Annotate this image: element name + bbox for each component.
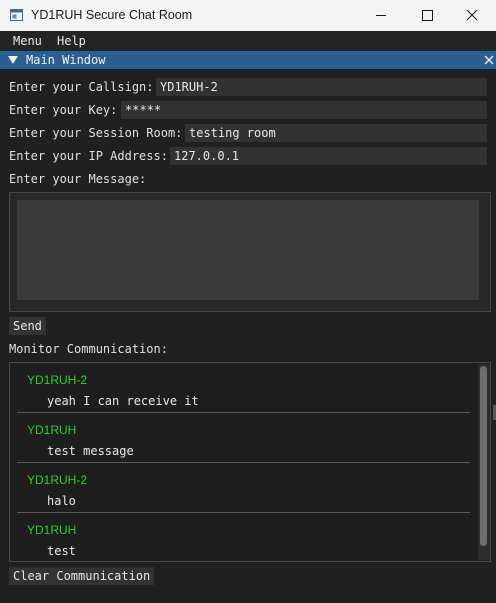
panel-close-icon[interactable]: [484, 55, 494, 65]
key-input[interactable]: *****: [121, 101, 487, 119]
message-text: test: [47, 544, 76, 558]
clear-communication-button[interactable]: Clear Communication: [9, 567, 155, 585]
session-room-label: Enter your Session Room:: [9, 126, 183, 140]
scrollbar-thumb[interactable]: [480, 366, 487, 546]
message-sender: YD1RUH-2: [27, 473, 88, 487]
monitor-label: Monitor Communication:: [9, 342, 168, 356]
send-button[interactable]: Send: [9, 317, 46, 335]
message-entry: YD1RUH test message: [17, 413, 470, 463]
monitor-communication-panel[interactable]: YD1RUH-2 yeah I can receive it YD1RUH te…: [9, 362, 491, 562]
message-input[interactable]: [17, 200, 479, 300]
main-window-header[interactable]: Main Window: [0, 51, 496, 69]
maximize-icon: [422, 10, 433, 21]
message-entry: YD1RUH-2 halo: [17, 463, 470, 513]
menu-bar: Menu Help: [0, 31, 496, 51]
ip-address-input[interactable]: 127.0.0.1: [170, 147, 487, 165]
window-title: YD1RUH Secure Chat Room: [31, 8, 193, 22]
minimize-button[interactable]: [358, 0, 404, 31]
menu-item-help[interactable]: Help: [57, 34, 86, 48]
panel-title: Main Window: [26, 53, 106, 67]
maximize-button[interactable]: [404, 0, 450, 31]
message-entry: YD1RUH-2 yeah I can receive it: [17, 363, 470, 413]
key-label: Enter your Key:: [9, 103, 118, 117]
ip-address-label: Enter your IP Address:: [9, 149, 168, 163]
close-icon: [466, 9, 478, 21]
message-label: Enter your Message:: [9, 172, 147, 186]
app-icon: [10, 9, 23, 21]
message-entry: YD1RUH test: [17, 513, 470, 561]
message-sender: YD1RUH: [27, 523, 77, 537]
session-room-input[interactable]: testing room: [185, 124, 487, 142]
message-text: halo: [47, 494, 76, 508]
callsign-label: Enter your Callsign:: [9, 80, 154, 94]
message-frame: [9, 192, 491, 312]
minimize-icon: [376, 15, 386, 16]
close-button[interactable]: [450, 0, 496, 31]
message-sender: YD1RUH-2: [27, 373, 88, 387]
message-text: yeah I can receive it: [47, 394, 199, 408]
message-text: test message: [47, 444, 134, 458]
menu-item-menu[interactable]: Menu: [13, 34, 42, 48]
callsign-input[interactable]: YD1RUH-2: [156, 78, 487, 96]
title-bar: YD1RUH Secure Chat Room: [0, 0, 496, 31]
collapse-arrow-icon[interactable]: [8, 56, 18, 64]
message-sender: YD1RUH: [27, 423, 77, 437]
monitor-scrollbar[interactable]: [478, 364, 490, 560]
